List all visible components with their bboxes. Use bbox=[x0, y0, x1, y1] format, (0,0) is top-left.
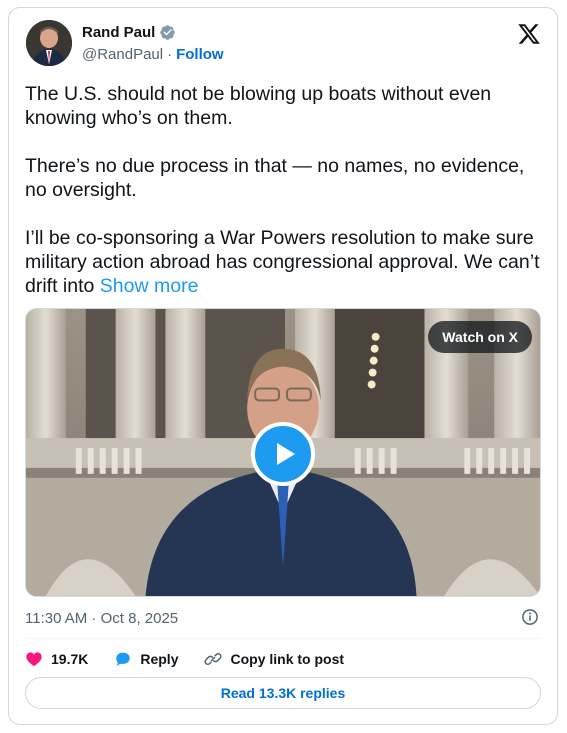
divider bbox=[25, 638, 541, 639]
verified-badge-icon bbox=[159, 24, 176, 41]
post-paragraph-3: I’ll be co-sponsoring a War Powers resol… bbox=[25, 226, 550, 298]
post-paragraph-1: The U.S. should not be blowing up boats … bbox=[25, 83, 492, 129]
show-more-link[interactable]: Show more bbox=[100, 275, 199, 297]
author-handle-row: @RandPaul · Follow bbox=[82, 46, 224, 63]
author-handle[interactable]: @RandPaul bbox=[82, 46, 163, 63]
reply-bubble-icon bbox=[116, 652, 131, 667]
post-text: The U.S. should not be blowing up boats … bbox=[25, 82, 550, 298]
follow-button[interactable]: Follow bbox=[176, 46, 224, 63]
separator-dot: · bbox=[167, 46, 173, 63]
author-avatar[interactable] bbox=[26, 20, 72, 66]
reply-button[interactable]: Reply bbox=[114, 650, 178, 668]
read-replies-button[interactable]: Read 13.3K replies bbox=[25, 677, 541, 709]
video-player[interactable]: Watch on X bbox=[25, 308, 541, 597]
like-count: 19.7K bbox=[51, 651, 89, 667]
reply-label: Reply bbox=[140, 651, 179, 667]
like-button[interactable]: 19.7K bbox=[25, 650, 88, 668]
heart-icon bbox=[26, 652, 42, 667]
info-icon[interactable] bbox=[521, 608, 539, 626]
post-actions: 19.7K Reply Copy link to post bbox=[25, 648, 370, 670]
link-icon bbox=[204, 652, 223, 666]
embedded-post-card[interactable]: Rand Paul @RandPaul · Follow The U.S. sh… bbox=[8, 7, 558, 725]
author-name-row: Rand Paul bbox=[82, 24, 176, 41]
post-timestamp[interactable]: 11:30 AM · Oct 8, 2025 bbox=[25, 610, 178, 627]
copy-link-label: Copy link to post bbox=[230, 651, 345, 667]
copy-link-button[interactable]: Copy link to post bbox=[204, 650, 344, 668]
play-icon bbox=[277, 443, 295, 465]
play-button[interactable] bbox=[251, 422, 315, 486]
watch-on-x-button[interactable]: Watch on X bbox=[428, 321, 532, 353]
author-name[interactable]: Rand Paul bbox=[82, 24, 155, 41]
post-paragraph-2: There’s no due process in that — no name… bbox=[25, 155, 525, 201]
x-logo-icon[interactable] bbox=[517, 22, 541, 46]
